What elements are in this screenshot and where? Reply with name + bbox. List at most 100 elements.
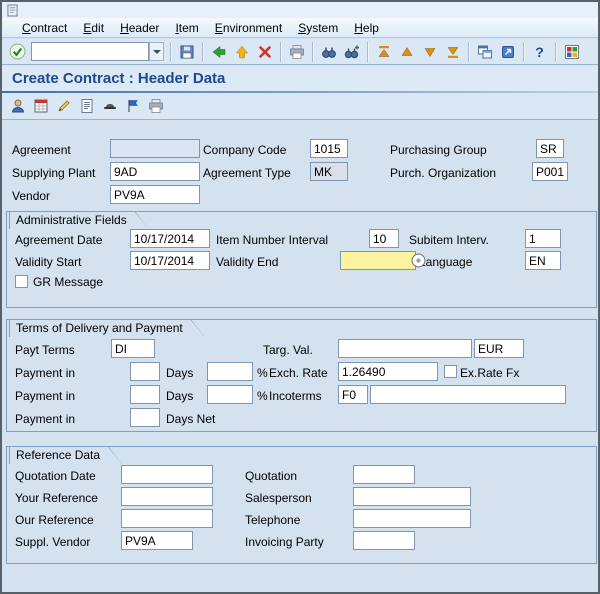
- cancel-button[interactable]: [253, 41, 276, 63]
- payment3-label: Payment in: [15, 412, 76, 426]
- back-icon: [212, 45, 225, 58]
- menu-edit[interactable]: Edit: [75, 19, 112, 37]
- flag-icon: [127, 100, 138, 112]
- your-reference-field[interactable]: [121, 487, 213, 506]
- invoicing-party-label: Invoicing Party: [245, 535, 324, 549]
- subitem-interval-field[interactable]: [525, 229, 561, 248]
- enter-button[interactable]: [6, 41, 29, 63]
- next-page-button[interactable]: [418, 41, 441, 63]
- exit-button[interactable]: [230, 41, 253, 63]
- menu-environment[interactable]: Environment: [207, 19, 290, 37]
- exch-rate-label: Exch. Rate: [269, 366, 328, 380]
- print-preview-icon: [148, 99, 163, 113]
- last-page-button[interactable]: [441, 41, 464, 63]
- header-details-button[interactable]: [98, 95, 121, 117]
- payment3-days-field[interactable]: [130, 408, 160, 427]
- f4-help-button[interactable]: [411, 253, 426, 268]
- edit-pencil-icon: [57, 100, 69, 112]
- command-input[interactable]: [31, 42, 149, 61]
- telephone-field[interactable]: [353, 509, 471, 528]
- content-area: Agreement Company Code Purchasing Group …: [2, 120, 598, 592]
- salesperson-field[interactable]: [353, 487, 471, 506]
- validity-end-field[interactable]: [340, 251, 416, 270]
- menu-header[interactable]: Header: [112, 19, 167, 37]
- administrative-fields-title: Administrative Fields: [10, 212, 149, 229]
- suppl-vendor-field[interactable]: [121, 531, 193, 550]
- gr-message-checkbox[interactable]: [15, 275, 28, 288]
- validity-start-field[interactable]: [130, 251, 210, 270]
- reference-data-title: Reference Data: [10, 447, 122, 464]
- new-session-button[interactable]: [473, 41, 496, 63]
- find-next-button[interactable]: [340, 41, 363, 63]
- texts-button[interactable]: [75, 95, 98, 117]
- flag-button[interactable]: [121, 95, 144, 117]
- our-reference-field[interactable]: [121, 509, 213, 528]
- salesperson-label: Salesperson: [245, 491, 312, 505]
- menu-contract[interactable]: Contract: [14, 19, 75, 37]
- agreement-type-field[interactable]: [310, 162, 348, 181]
- ex-rate-fx-label: Ex.Rate Fx: [460, 366, 520, 380]
- create-shortcut-button[interactable]: [496, 41, 519, 63]
- purchasing-group-field[interactable]: [536, 139, 564, 158]
- vendor-field[interactable]: [110, 185, 200, 204]
- save-button[interactable]: [175, 41, 198, 63]
- edit-button[interactable]: [52, 95, 75, 117]
- title-bar: Create Contract : Header Data: [2, 66, 598, 93]
- enter-icon: [9, 43, 26, 60]
- conditions-icon: [34, 99, 47, 113]
- print-icon: [289, 44, 304, 59]
- company-code-field[interactable]: [310, 139, 348, 158]
- quotation-field[interactable]: [353, 465, 415, 484]
- terms-title: Terms of Delivery and Payment: [10, 320, 205, 337]
- payment2-days-field[interactable]: [130, 385, 160, 404]
- payment1-percent-label: %: [257, 366, 268, 380]
- payment1-percent-field[interactable]: [207, 362, 253, 381]
- first-page-button[interactable]: [372, 41, 395, 63]
- agreement-date-field[interactable]: [130, 229, 210, 248]
- find-button[interactable]: [317, 41, 340, 63]
- partners-button[interactable]: [6, 95, 29, 117]
- menu-item[interactable]: Item: [167, 19, 206, 37]
- agreement-date-label: Agreement Date: [15, 233, 103, 247]
- payt-terms-field[interactable]: [111, 339, 155, 358]
- standard-toolbar: ?: [2, 39, 598, 65]
- invoicing-party-field[interactable]: [353, 531, 415, 550]
- supplying-plant-field[interactable]: [110, 162, 200, 181]
- agreement-field[interactable]: [110, 139, 200, 158]
- currency-field[interactable]: [474, 339, 524, 358]
- menu-system[interactable]: System: [290, 19, 346, 37]
- incoterms-label: Incoterms: [269, 389, 322, 403]
- targ-val-field[interactable]: [338, 339, 472, 358]
- subitem-interval-label: Subitem Interv.: [409, 233, 489, 247]
- incoterms-detail-field[interactable]: [370, 385, 566, 404]
- incoterms-field[interactable]: [338, 385, 368, 404]
- back-button[interactable]: [207, 41, 230, 63]
- previous-page-button[interactable]: [395, 41, 418, 63]
- print-preview-button[interactable]: [144, 95, 167, 117]
- customize-layout-button[interactable]: [560, 41, 583, 63]
- quotation-date-field[interactable]: [121, 465, 213, 484]
- last-page-icon: [447, 46, 458, 58]
- payment1-days-label: Days: [166, 366, 194, 380]
- item-number-interval-field[interactable]: [369, 229, 399, 248]
- company-code-label: Company Code: [203, 143, 287, 157]
- exit-icon: [235, 45, 248, 58]
- conditions-button[interactable]: [29, 95, 52, 117]
- payment2-percent-field[interactable]: [207, 385, 253, 404]
- help-button[interactable]: ?: [528, 41, 551, 63]
- administrative-fields-group: Administrative Fields Agreement Date Ite…: [6, 211, 597, 308]
- menu-help[interactable]: Help: [346, 19, 387, 37]
- language-field[interactable]: [525, 251, 561, 270]
- print-button[interactable]: [285, 41, 308, 63]
- command-dropdown-button[interactable]: [149, 42, 164, 61]
- command-field-wrap: [31, 42, 164, 61]
- payment2-percent-label: %: [257, 389, 268, 403]
- quotation-label: Quotation: [245, 469, 298, 483]
- application-toolbar: [2, 93, 598, 120]
- ex-rate-fx-checkbox[interactable]: [444, 365, 457, 378]
- purch-organization-field[interactable]: [532, 162, 568, 181]
- exch-rate-field[interactable]: [338, 362, 438, 381]
- item-number-interval-label: Item Number Interval: [216, 233, 329, 247]
- suppl-vendor-label: Suppl. Vendor: [15, 535, 91, 549]
- payment1-days-field[interactable]: [130, 362, 160, 381]
